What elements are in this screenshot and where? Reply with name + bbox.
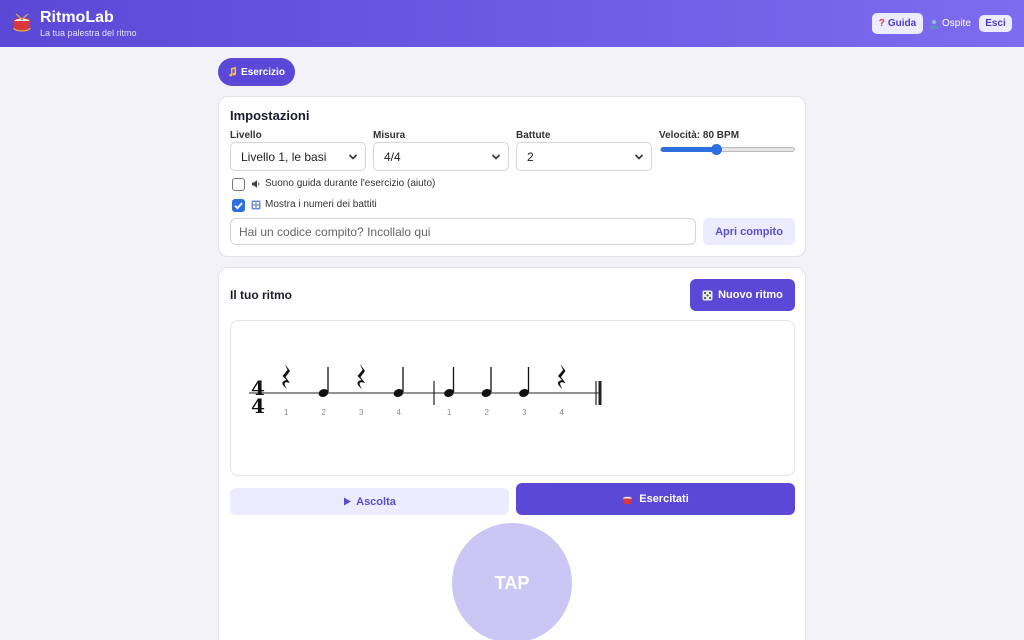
play-icon (344, 497, 352, 506)
dice-icon (702, 290, 713, 300)
drum-icon (623, 496, 633, 504)
show-beats-row: Mostra i numeri dei battiti (251, 199, 377, 210)
bars-select[interactable]: 2 (516, 142, 652, 171)
time-signature-bottom: 4 (251, 394, 265, 418)
new-rhythm-label: Nuovo ritmo (718, 289, 783, 301)
listen-button[interactable]: Ascolta (230, 488, 509, 515)
meter-value: 4/4 (384, 149, 401, 164)
tap-button[interactable]: TAP (452, 523, 572, 640)
beat-number: 1 (447, 408, 452, 417)
chevron-down-icon (491, 154, 501, 160)
assignment-code-input[interactable] (230, 218, 696, 245)
practice-button[interactable]: Esercitati (516, 483, 795, 515)
beat-number: 4 (397, 408, 402, 417)
practice-label: Esercitati (639, 493, 689, 505)
user-menu[interactable]: Ospite (929, 18, 971, 29)
music-note-icon (229, 67, 237, 77)
bars-label: Battute (516, 130, 551, 141)
guide-button[interactable]: ? Guida (872, 13, 923, 34)
speaker-icon (252, 179, 260, 188)
tempo-label: Velocità: 80 BPM (659, 130, 740, 141)
drum-icon (13, 13, 31, 32)
numbers-icon (251, 200, 261, 209)
user-label: Ospite (942, 18, 971, 29)
beat-number: 4 (560, 408, 565, 417)
level-value: Livello 1, le basi (241, 149, 327, 164)
beat-number: 1 (284, 408, 289, 417)
guide-sound-checkbox[interactable] (232, 178, 245, 191)
user-icon (930, 19, 938, 29)
new-rhythm-button[interactable]: Nuovo ritmo (690, 279, 795, 311)
chevron-down-icon (348, 154, 358, 160)
show-beats-label: Mostra i numeri dei battiti (265, 199, 377, 210)
show-beats-checkbox[interactable] (232, 199, 245, 212)
beat-number: 3 (359, 408, 364, 417)
notation-panel: 4 4 12341234 (230, 320, 795, 476)
rhythm-title: Il tuo ritmo (230, 288, 292, 302)
open-assignment-button[interactable]: Apri compito (703, 218, 795, 245)
level-select[interactable]: Livello 1, le basi (230, 142, 366, 171)
meter-select[interactable]: 4/4 (373, 142, 509, 171)
quarter-rest (357, 364, 365, 389)
bars-value: 2 (527, 149, 534, 164)
tab-exercise[interactable]: Esercizio (218, 58, 295, 86)
meter-label: Misura (373, 130, 406, 141)
question-icon: ? (878, 18, 885, 29)
tempo-slider-fill (661, 147, 717, 152)
tab-label: Esercizio (241, 66, 285, 78)
beat-number: 2 (485, 408, 490, 417)
quarter-rest (557, 364, 566, 389)
listen-label: Ascolta (356, 495, 396, 508)
guide-sound-row: Suono guida durante l'esercizio (aiuto) (251, 178, 435, 189)
top-bar (0, 0, 1024, 47)
tempo-slider[interactable] (660, 144, 795, 155)
checkmark-icon (234, 202, 243, 210)
chevron-down-icon (634, 154, 644, 160)
rhythm-notation: 4 4 12341234 (249, 364, 602, 418)
guide-sound-label: Suono guida durante l'esercizio (aiuto) (265, 178, 436, 189)
beat-number: 2 (322, 408, 327, 417)
level-label: Livello (230, 130, 262, 141)
exit-button[interactable]: Esci (979, 15, 1012, 32)
quarter-rest (282, 364, 290, 389)
app-name: RitmoLab (40, 9, 114, 26)
guide-label: Guida (887, 18, 917, 29)
settings-title: Impostazioni (230, 108, 310, 123)
beat-number: 3 (522, 408, 527, 417)
app-tagline: La tua palestra del ritmo (40, 28, 137, 38)
